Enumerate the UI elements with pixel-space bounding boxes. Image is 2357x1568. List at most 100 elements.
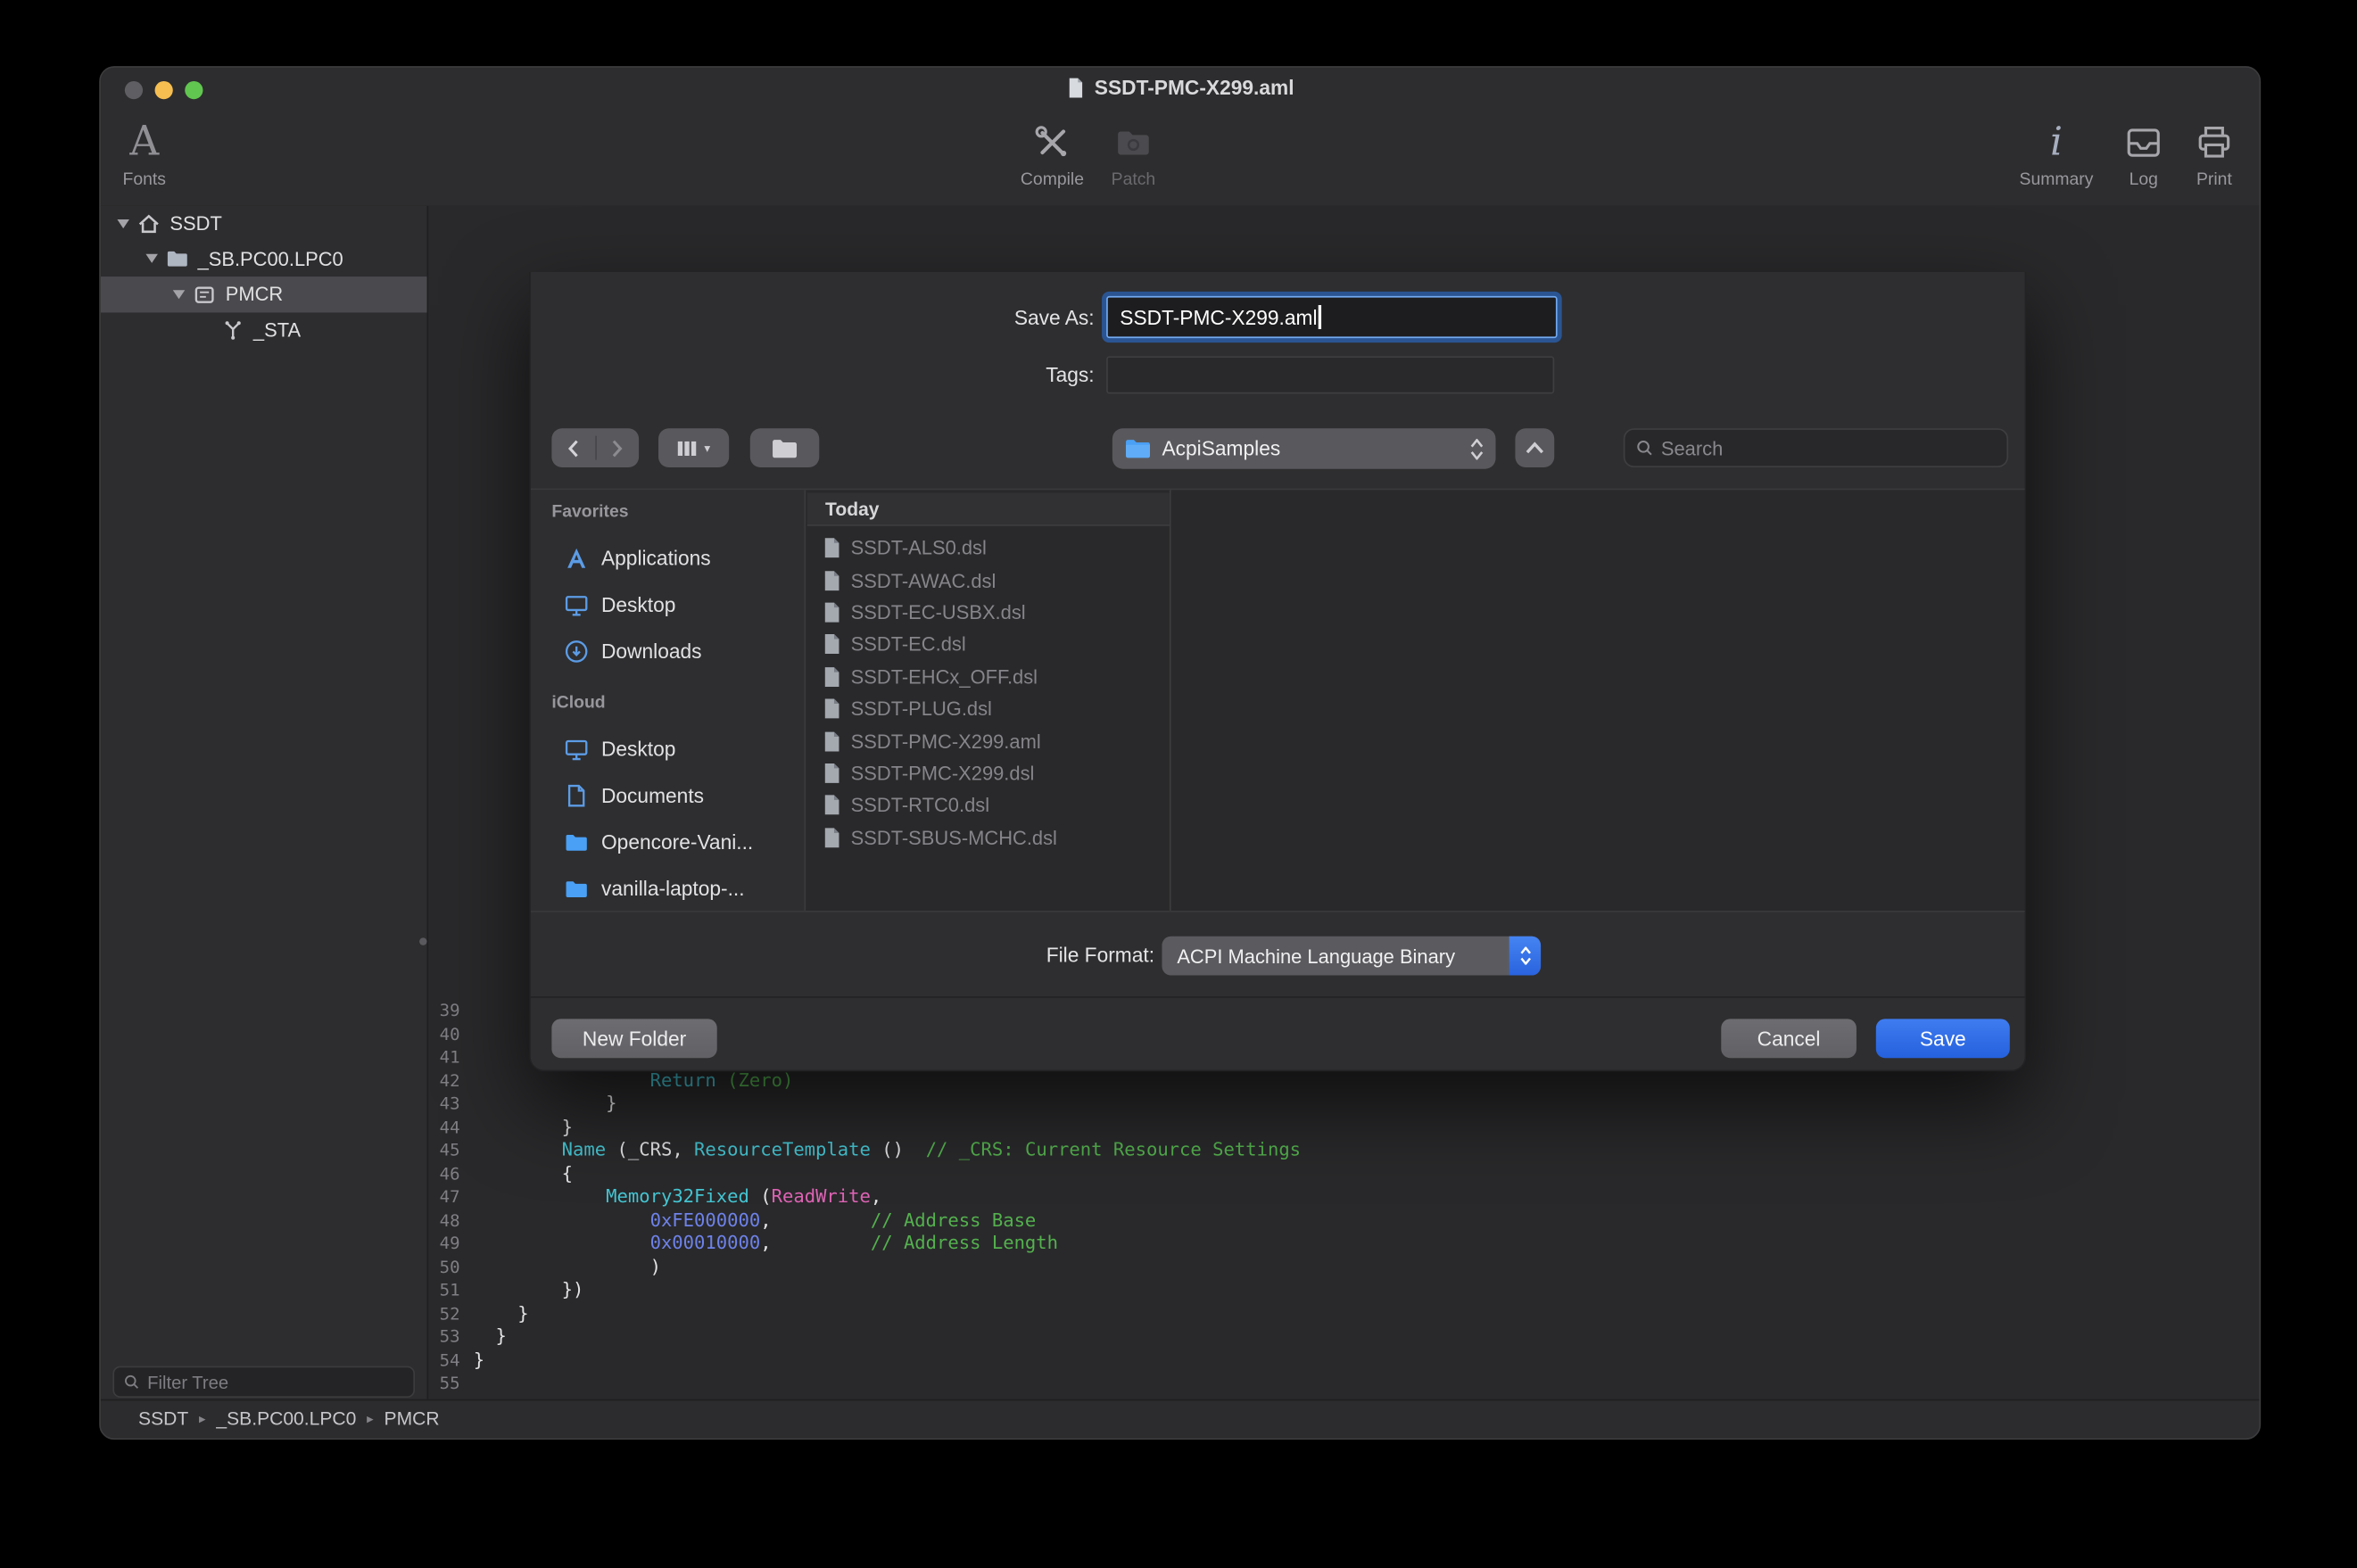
- toolbar-label: Summary: [2014, 171, 2098, 189]
- filter-tree-input[interactable]: Filter Tree: [112, 1366, 415, 1398]
- save-button[interactable]: Save: [1876, 1019, 2010, 1058]
- sidebar-item-vanilla-laptop-[interactable]: vanilla-laptop-...: [531, 871, 805, 906]
- sidebar-item-label: Opencore-Vani...: [601, 830, 753, 853]
- line-number: 43: [427, 1093, 474, 1116]
- parent-folder-button[interactable]: [1515, 428, 1554, 467]
- tree-item--sta[interactable]: _STA: [101, 312, 427, 348]
- document-icon: [823, 665, 842, 688]
- line-number: 50: [427, 1256, 474, 1279]
- forward-button[interactable]: [596, 428, 639, 467]
- file-name: SSDT-EC-USBX.dsl: [851, 601, 1026, 623]
- file-row[interactable]: SSDT-PMC-X299.aml: [807, 725, 1170, 757]
- tree-item-pmcr[interactable]: PMCR: [101, 276, 427, 312]
- file-row[interactable]: SSDT-RTC0.dsl: [807, 789, 1170, 821]
- downloads-icon: [564, 638, 590, 664]
- disclosure-triangle-icon[interactable]: [141, 248, 162, 269]
- search-placeholder: Search: [1661, 436, 1723, 458]
- chevron-down-icon: ▾: [704, 442, 710, 455]
- tags-input[interactable]: [1106, 356, 1554, 393]
- file-row[interactable]: SSDT-EC.dsl: [807, 629, 1170, 661]
- view-mode-button[interactable]: ▾: [658, 428, 729, 467]
- cancel-button[interactable]: Cancel: [1721, 1019, 1857, 1058]
- breadcrumb-item[interactable]: _SB.PC00.LPC0: [216, 1408, 356, 1430]
- file-format-popup[interactable]: ACPI Machine Language Binary: [1162, 937, 1541, 976]
- document-icon: [823, 601, 842, 623]
- method-icon: [220, 318, 244, 342]
- toolbar-print[interactable]: Print: [2172, 116, 2256, 190]
- disclosure-triangle-icon[interactable]: [169, 284, 190, 305]
- titlebar: SSDT-PMC-X299.aml A Fonts Compile: [101, 68, 2260, 208]
- sidebar-item-label: Documents: [601, 784, 704, 806]
- document-icon: [1066, 77, 1086, 99]
- new-folder-button[interactable]: New Folder: [551, 1019, 716, 1058]
- breadcrumb-item[interactable]: PMCR: [385, 1408, 440, 1430]
- file-row[interactable]: SSDT-SBUS-MCHC.dsl: [807, 821, 1170, 854]
- file-row[interactable]: SSDT-PLUG.dsl: [807, 693, 1170, 725]
- file-format-band: File Format: ACPI Machine Language Binar…: [531, 913, 2025, 997]
- toolbar-compile[interactable]: Compile: [1010, 116, 1094, 190]
- history-nav: [551, 428, 639, 467]
- breadcrumb: SSDT▸_SB.PC00.LPC0▸PMCR: [138, 1408, 440, 1430]
- code-line: 52 }: [427, 1302, 2260, 1325]
- code-line: 51 }): [427, 1279, 2260, 1302]
- tree-item-label: _SB.PC00.LPC0: [198, 248, 343, 270]
- sidebar-item-applications[interactable]: Applications: [531, 540, 805, 575]
- text-caret: [1319, 305, 1321, 329]
- search-icon: [123, 1374, 140, 1391]
- sidebar-item-documents[interactable]: Documents: [531, 777, 805, 813]
- desktop-icon: [564, 736, 590, 762]
- file-row[interactable]: SSDT-AWAC.dsl: [807, 565, 1170, 597]
- file-name: SSDT-SBUS-MCHC.dsl: [851, 826, 1057, 848]
- popup-stepper-icon: [1509, 937, 1541, 976]
- sidebar-item-label: Applications: [601, 546, 711, 568]
- sidebar-item-downloads[interactable]: Downloads: [531, 632, 805, 668]
- line-number: 49: [427, 1233, 474, 1256]
- sidebar-resize-handle[interactable]: [419, 937, 426, 945]
- sidebar-item-desktop[interactable]: Desktop: [531, 730, 805, 766]
- code-line: 47 Memory32Fixed (ReadWrite,: [427, 1185, 2260, 1209]
- toolbar-summary[interactable]: i Summary: [2014, 116, 2098, 190]
- file-row[interactable]: SSDT-PMC-X299.dsl: [807, 757, 1170, 789]
- save-dialog: Save As: SSDT-PMC-X299.aml Tags:: [529, 272, 2026, 1071]
- window-title-text: SSDT-PMC-X299.aml: [1095, 77, 1294, 99]
- tree-item-ssdt[interactable]: SSDT: [101, 206, 427, 242]
- document-icon: [823, 794, 842, 816]
- window-title: SSDT-PMC-X299.aml: [101, 77, 2260, 99]
- file-name: SSDT-PMC-X299.aml: [851, 730, 1041, 752]
- line-number: 40: [427, 1023, 474, 1046]
- sidebar-section-title: iCloud: [551, 694, 605, 712]
- sidebar-item-label: vanilla-laptop-...: [601, 877, 745, 899]
- device-icon: [193, 282, 217, 306]
- code-line: 42 Return (Zero): [427, 1069, 2260, 1093]
- patch-icon: [1091, 116, 1175, 170]
- new-folder-icon-button[interactable]: [750, 428, 820, 467]
- search-icon: [1635, 439, 1653, 457]
- line-number: 47: [427, 1185, 474, 1209]
- popup-stepper-icon: [1470, 438, 1484, 459]
- breadcrumb-separator-icon: ▸: [367, 1410, 374, 1427]
- sidebar-item-desktop[interactable]: Desktop: [531, 586, 805, 622]
- save-as-label: Save As:: [906, 307, 1095, 329]
- toolbar-label: Fonts: [114, 171, 174, 189]
- document-icon: [823, 826, 842, 848]
- search-input[interactable]: Search: [1624, 428, 2008, 467]
- folderblue-icon: [564, 875, 590, 901]
- save-as-input[interactable]: SSDT-PMC-X299.aml: [1106, 296, 1557, 338]
- breadcrumb-item[interactable]: SSDT: [138, 1408, 188, 1430]
- back-button[interactable]: [551, 428, 594, 467]
- file-row[interactable]: SSDT-EHCx_OFF.dsl: [807, 661, 1170, 693]
- file-row[interactable]: SSDT-EC-USBX.dsl: [807, 597, 1170, 629]
- file-name: SSDT-PMC-X299.dsl: [851, 762, 1035, 784]
- sidebar-item-opencore-vani-[interactable]: Opencore-Vani...: [531, 823, 805, 859]
- code-line: 54}: [427, 1349, 2260, 1372]
- code-line: 46 {: [427, 1162, 2260, 1185]
- disclosure-triangle-icon[interactable]: [112, 213, 134, 235]
- tree-item--sb-pc00-lpc0[interactable]: _SB.PC00.LPC0: [101, 241, 427, 276]
- file-row[interactable]: SSDT-ALS0.dsl: [807, 532, 1170, 564]
- print-icon: [2172, 116, 2256, 170]
- toolbar-fonts[interactable]: A Fonts: [114, 116, 174, 190]
- line-number: 42: [427, 1069, 474, 1093]
- compile-icon: [1010, 116, 1094, 170]
- location-popup[interactable]: AcpiSamples: [1112, 428, 1496, 468]
- code-line: 50 ): [427, 1256, 2260, 1279]
